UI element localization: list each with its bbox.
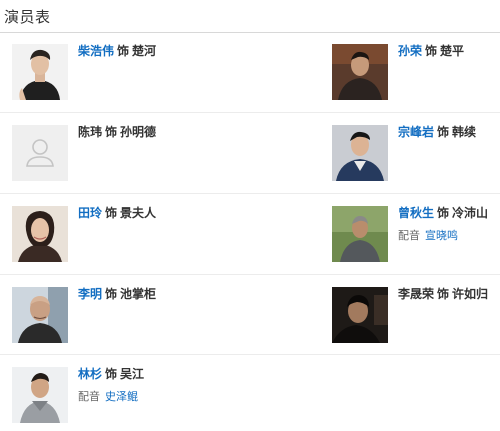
role-name: 景夫人 <box>120 206 157 220</box>
cast-item: 陈玮饰孙明德 <box>12 125 252 185</box>
role-name: 孙明德 <box>120 125 157 139</box>
as-label: 饰 <box>437 287 450 301</box>
dub-label: 配音 <box>78 391 100 403</box>
cast-item: 宗峰岩饰韩续 <box>332 125 500 185</box>
actor-photo[interactable] <box>332 125 388 181</box>
as-label: 饰 <box>437 125 450 139</box>
row-divider <box>0 274 500 275</box>
as-label: 饰 <box>117 44 130 58</box>
role-name: 韩续 <box>452 125 477 139</box>
actor-name: 陈玮 <box>78 125 103 139</box>
actor-photo[interactable] <box>332 44 388 100</box>
cast-item: 柴浩伟饰楚河 <box>12 44 252 104</box>
as-label: 饰 <box>105 287 118 301</box>
as-label: 饰 <box>105 125 118 139</box>
role-name: 吴江 <box>120 367 145 381</box>
actor-photo[interactable] <box>332 287 388 343</box>
actor-photo[interactable] <box>332 206 388 262</box>
role-name: 楚河 <box>132 44 157 58</box>
actor-name-link[interactable]: 宗峰岩 <box>398 125 434 139</box>
as-label: 饰 <box>105 206 118 220</box>
cast-item: 孙荣饰楚平 <box>332 44 500 104</box>
dub-label: 配音 <box>398 230 420 242</box>
as-label: 饰 <box>437 206 450 220</box>
title-divider <box>0 32 500 33</box>
dubber-link[interactable]: 宣晓鸣 <box>425 230 458 242</box>
as-label: 饰 <box>425 44 438 58</box>
cast-item: 李明饰池掌柜 <box>12 287 252 347</box>
actor-photo[interactable] <box>12 206 68 262</box>
role-name: 池掌柜 <box>120 287 157 301</box>
role-name: 许如归 <box>452 287 489 301</box>
role-name: 楚平 <box>440 44 465 58</box>
actor-name-link[interactable]: 柴浩伟 <box>78 44 114 58</box>
actor-name-link[interactable]: 曾秋生 <box>398 206 434 220</box>
actor-name: 李晟荣 <box>398 287 435 301</box>
dubber-link[interactable]: 史泽鲲 <box>105 391 138 403</box>
row-divider <box>0 112 500 113</box>
cast-item: 林杉饰吴江 配音 史泽鲲 <box>12 367 252 427</box>
actor-photo[interactable] <box>12 44 68 100</box>
row-divider <box>0 193 500 194</box>
cast-item: 田玲饰景夫人 <box>12 206 252 266</box>
cast-item: 李晟荣饰许如归 <box>332 287 500 347</box>
cast-item: 曾秋生饰冷沛山 配音 宣晓鸣 <box>332 206 500 266</box>
actor-name-link[interactable]: 孙荣 <box>398 44 422 58</box>
placeholder-person-icon[interactable] <box>12 125 68 181</box>
as-label: 饰 <box>105 367 118 381</box>
actor-photo[interactable] <box>12 287 68 343</box>
actor-name-link[interactable]: 田玲 <box>78 206 102 220</box>
row-divider <box>0 354 500 355</box>
actor-name-link[interactable]: 李明 <box>78 287 102 301</box>
actor-name-link[interactable]: 林杉 <box>78 367 102 381</box>
role-name: 冷沛山 <box>452 206 489 220</box>
actor-photo[interactable] <box>12 367 68 423</box>
section-title: 演员表 <box>4 9 51 26</box>
